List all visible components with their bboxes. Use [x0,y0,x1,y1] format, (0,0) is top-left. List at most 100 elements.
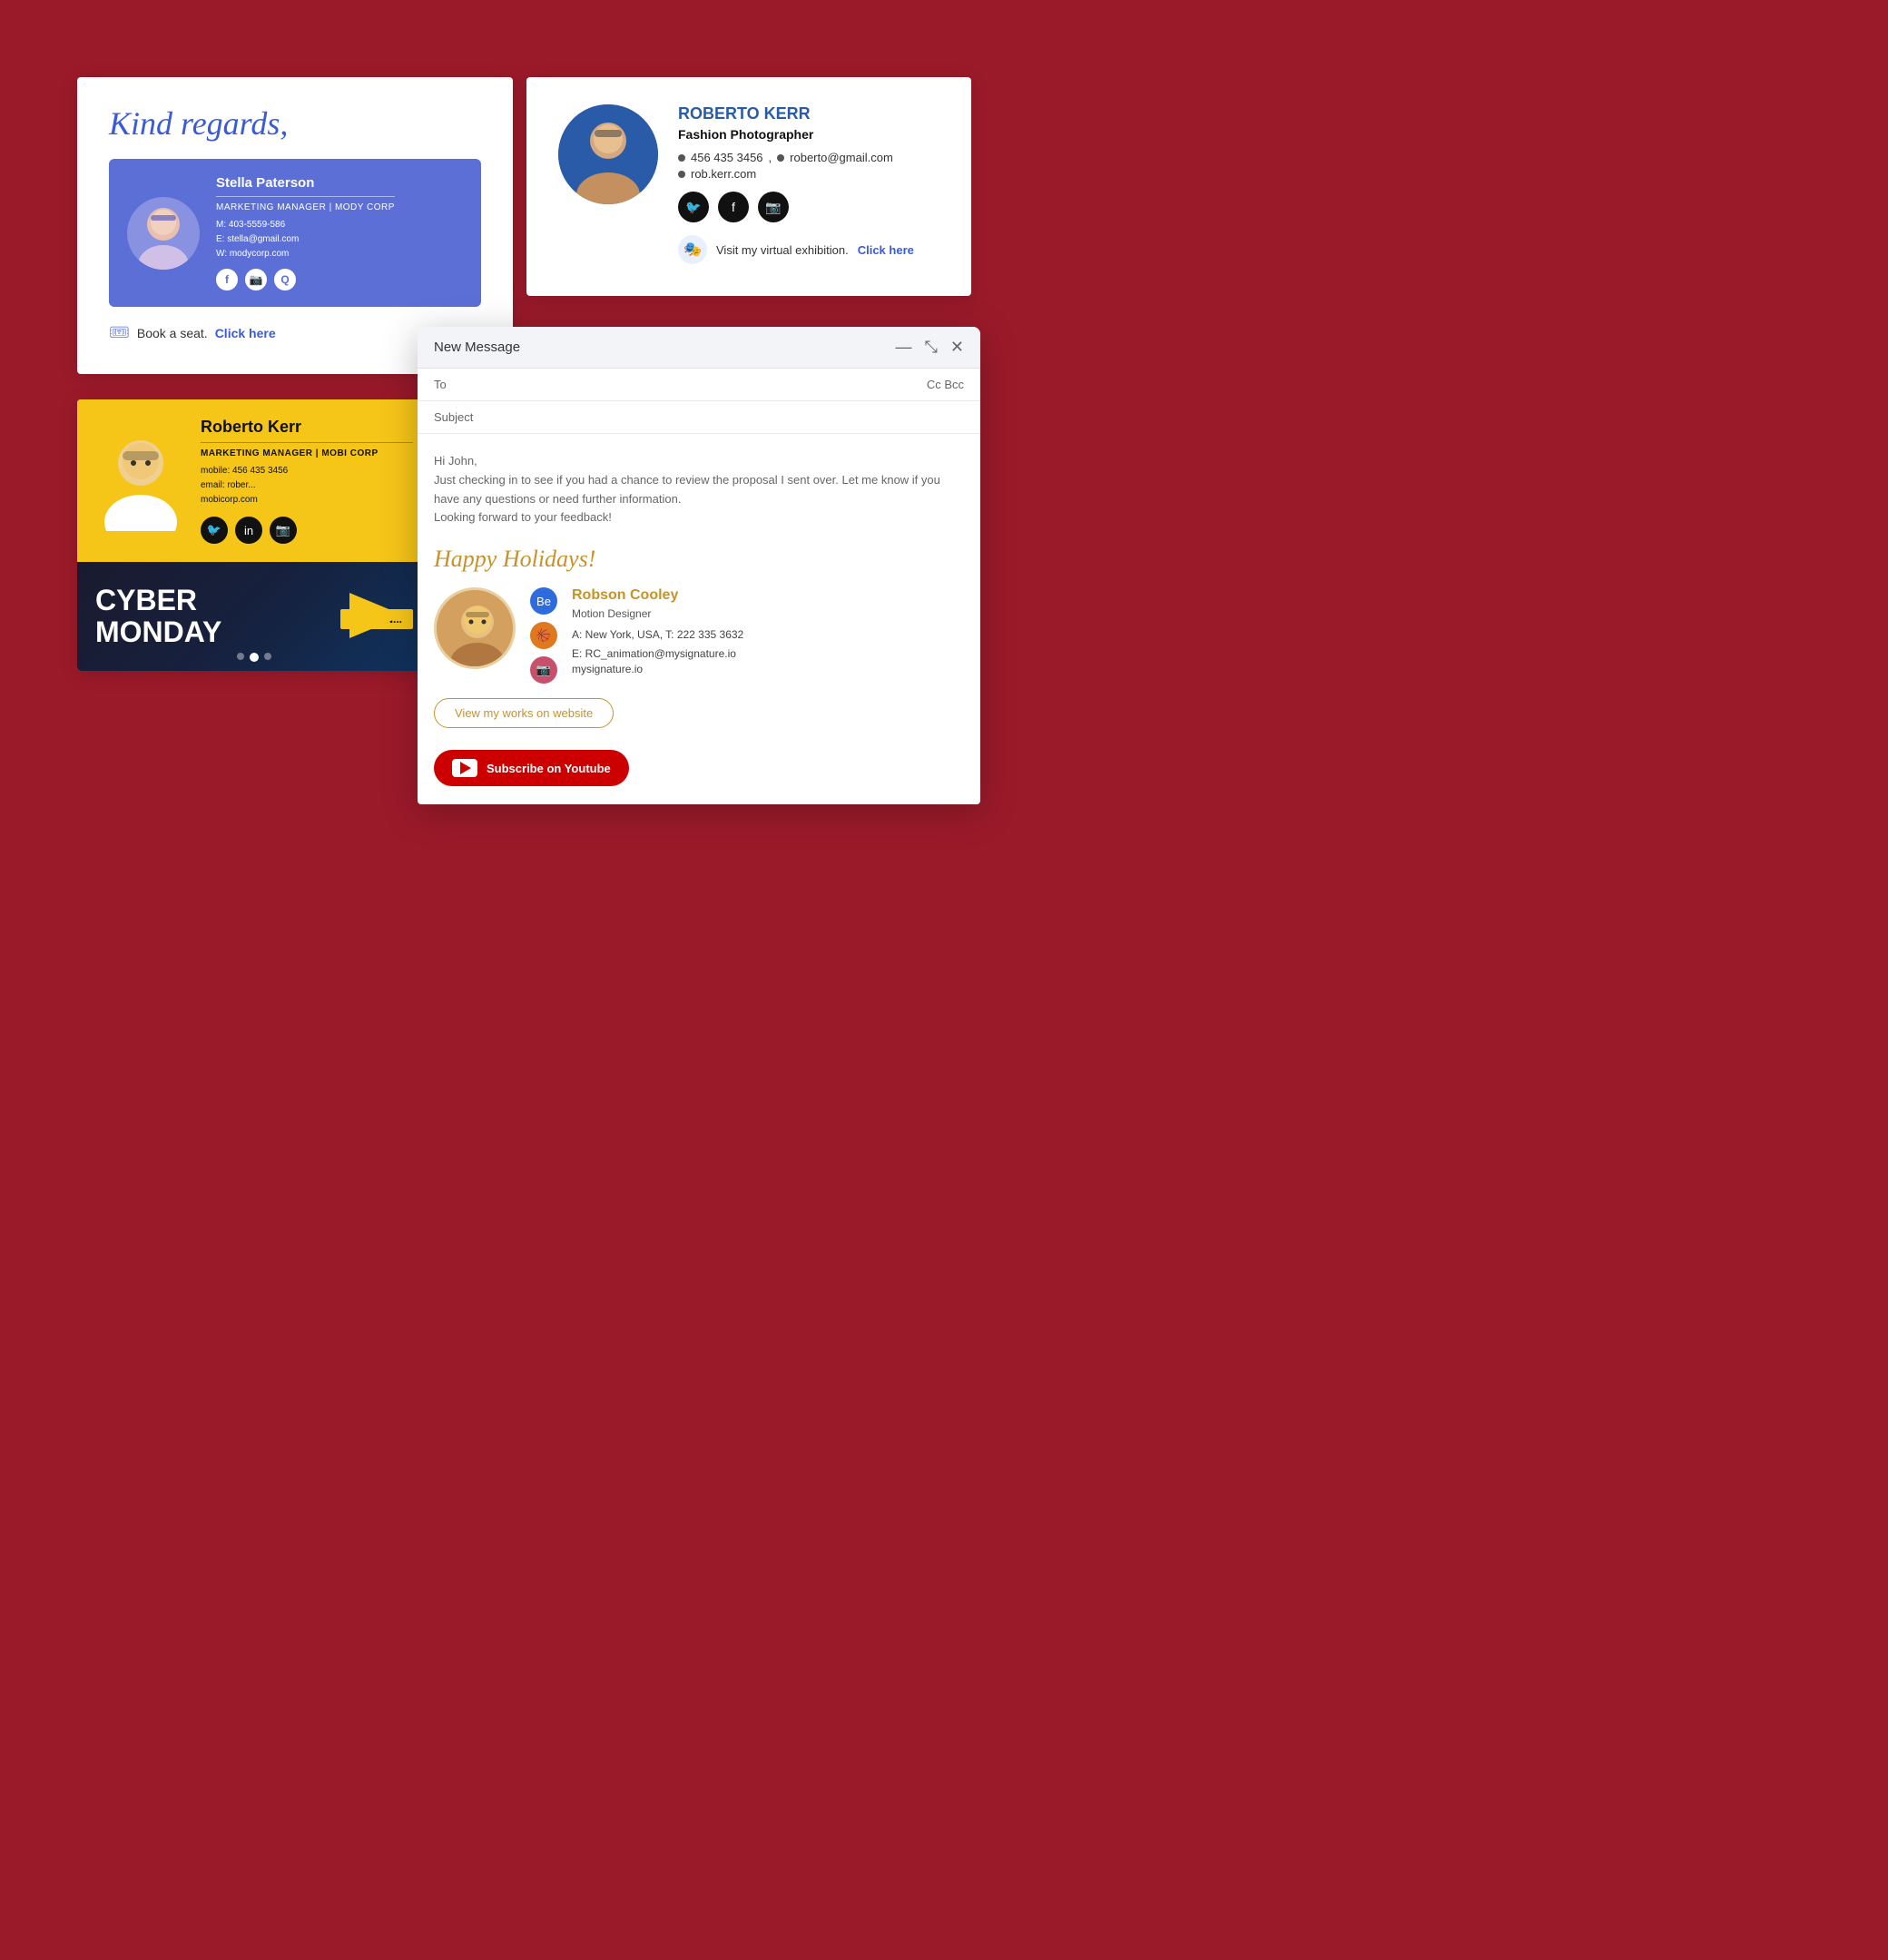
sig-name-compose: Robson Cooley [572,587,964,604]
greeting-text: Kind regards, [109,104,481,143]
facebook-icon-right[interactable]: f [718,192,749,222]
dribbble-icon[interactable]: 🏀 [530,622,557,649]
subscribe-youtube-label: Subscribe on Youtube [487,762,611,775]
cyber-arrow-icon [349,593,404,638]
cyber-line2: MONDAY [95,616,221,648]
sig-compose-card: Be 🏀 📷 Robson Cooley Motion Designer A: … [434,587,964,684]
sig-mobile-bottom: mobile: 456 435 3456 [201,464,413,478]
phone-row-right: 456 435 3456 , roberto@gmail.com [678,151,939,164]
sig-greeting-compose: Happy Holidays! [434,546,964,573]
phone-dot [678,154,685,162]
sig-name-roberto-bottom: Roberto Kerr [201,418,413,437]
sig-social-roberto-bottom: 🐦 in 📷 [201,517,413,544]
virtual-row-right: 🎭 Visit my virtual exhibition. Click her… [678,235,939,264]
instagram-icon[interactable]: 📷 [245,269,267,291]
sig-info-compose: Robson Cooley Motion Designer A: New Yor… [572,587,964,684]
email-body[interactable]: Hi John, Just checking in to see if you … [418,434,980,804]
subscribe-youtube-button[interactable]: Subscribe on Youtube [434,750,629,786]
sig-phone-stella: M: 403-5559-586 [216,218,395,232]
email-signature: Happy Holidays! Be [434,546,964,786]
sig-email-bottom: email: rober... [201,478,413,493]
close-button[interactable]: ✕ [950,338,964,357]
sig-address-compose: A: New York, USA, T: 222 335 3632 [572,625,964,644]
minimize-button[interactable]: — [896,338,912,357]
quora-icon[interactable]: Q [274,269,296,291]
dot3 [264,653,271,660]
dot2 [250,653,259,662]
cyber-text-block: CYBER MONDAY [95,585,221,648]
virtual-text: Visit my virtual exhibition. [716,243,849,257]
sig-info-stella: Stella Paterson MARKETING MANAGER | MODY… [216,175,395,291]
cyber-right: SHOP N... [221,604,413,629]
sig-name-roberto-right: ROBERTO KERR [678,104,939,123]
body-line2: Just checking in to see if you had a cha… [434,473,940,506]
sig-website-bottom: mobicorp.com [201,493,413,507]
sig-social-stella: f 📷 Q [216,269,395,291]
avatar-roberto [558,104,658,204]
body-line3: Looking forward to your feedback! [434,510,612,524]
sig-website-compose: mysignature.io [572,663,964,675]
avatar-stella [127,197,200,270]
sig-title-stella: MARKETING MANAGER | MODY CORP [216,202,395,212]
sig-name-stella: Stella Paterson [216,175,395,191]
view-works-button[interactable]: View my works on website [434,698,614,728]
facebook-icon[interactable]: f [216,269,238,291]
btn-works-wrapper: View my works on website [434,698,964,739]
sig-website-stella: W: modycorp.com [216,247,395,261]
email-dot [777,154,784,162]
phone-text-right: 456 435 3456 [691,151,763,164]
maximize-button[interactable]: ⤡ [925,338,938,357]
btn-youtube-wrapper: Subscribe on Youtube [434,750,964,786]
twitter-icon-right[interactable]: 🐦 [678,192,709,222]
email-body-text: Hi John, Just checking in to see if you … [434,452,964,527]
body-line1: Hi John, [434,454,477,468]
avatar-roberto-bottom [95,431,186,531]
website-text-right: rob.kerr.com [691,167,756,181]
sig-info-roberto-bottom: Roberto Kerr MARKETING MANAGER | MOBI CO… [201,418,413,544]
sig-title-compose: Motion Designer [572,607,964,620]
youtube-play-icon [460,762,471,774]
email-header-controls: — ⤡ ✕ [896,338,965,357]
book-seat-text: Book a seat. [137,326,208,340]
card-top-right: ROBERTO KERR Fashion Photographer 456 43… [526,77,971,296]
book-icon: 🎟 [109,323,130,342]
sig-email-compose: E: RC_animation@mysignature.io [572,645,964,663]
email-header-title: New Message [434,340,520,355]
instagram-icon-compose[interactable]: 📷 [530,656,557,684]
email-compose-window: New Message — ⤡ ✕ To Cc Bcc Subject Hi J… [418,327,980,804]
cyber-line1: CYBER [95,585,221,616]
website-dot [678,171,685,178]
cyber-banner: CYBER MONDAY SHOP N... [77,562,431,671]
book-seat-link[interactable]: Click here [215,326,276,340]
email-subject-row: Subject [418,401,980,434]
sig-title-roberto-bottom: MARKETING MANAGER | MOBI CORP [201,448,413,458]
dot1 [237,653,244,660]
subject-label: Subject [434,410,488,424]
instagram-icon-right[interactable]: 📷 [758,192,789,222]
sig-email-stella: E: stella@gmail.com [216,232,395,247]
email-to-row: To Cc Bcc [418,369,980,401]
sig-social-compose: Be 🏀 📷 [530,587,557,684]
sig-title-roberto-right: Fashion Photographer [678,127,939,142]
email-text-right: roberto@gmail.com [790,151,893,164]
sig-card-roberto-right: ROBERTO KERR Fashion Photographer 456 43… [558,104,939,264]
separator: , [769,151,772,164]
website-row-right: rob.kerr.com [678,167,939,181]
to-label: To [434,378,488,391]
email-header: New Message — ⤡ ✕ [418,327,980,369]
sig-social-roberto-right: 🐦 f 📷 [678,192,939,222]
signature-card-purple: Stella Paterson MARKETING MANAGER | MODY… [109,159,481,307]
twitter-icon-bottom[interactable]: 🐦 [201,517,228,544]
cc-bcc-label[interactable]: Cc Bcc [927,378,964,391]
youtube-icon [452,759,477,777]
cyber-dots [237,653,271,662]
linkedin-icon-bottom[interactable]: in [235,517,262,544]
virtual-link[interactable]: Click here [858,243,914,257]
instagram-icon-bottom[interactable]: 📷 [270,517,297,544]
sig-card-yellow: Roberto Kerr MARKETING MANAGER | MOBI CO… [77,399,431,562]
virtual-icon: 🎭 [678,235,707,264]
sig-info-roberto-right: ROBERTO KERR Fashion Photographer 456 43… [678,104,939,264]
card-bottom-left: Roberto Kerr MARKETING MANAGER | MOBI CO… [77,399,431,671]
avatar-robson [434,587,516,669]
behance-icon[interactable]: Be [530,587,557,615]
